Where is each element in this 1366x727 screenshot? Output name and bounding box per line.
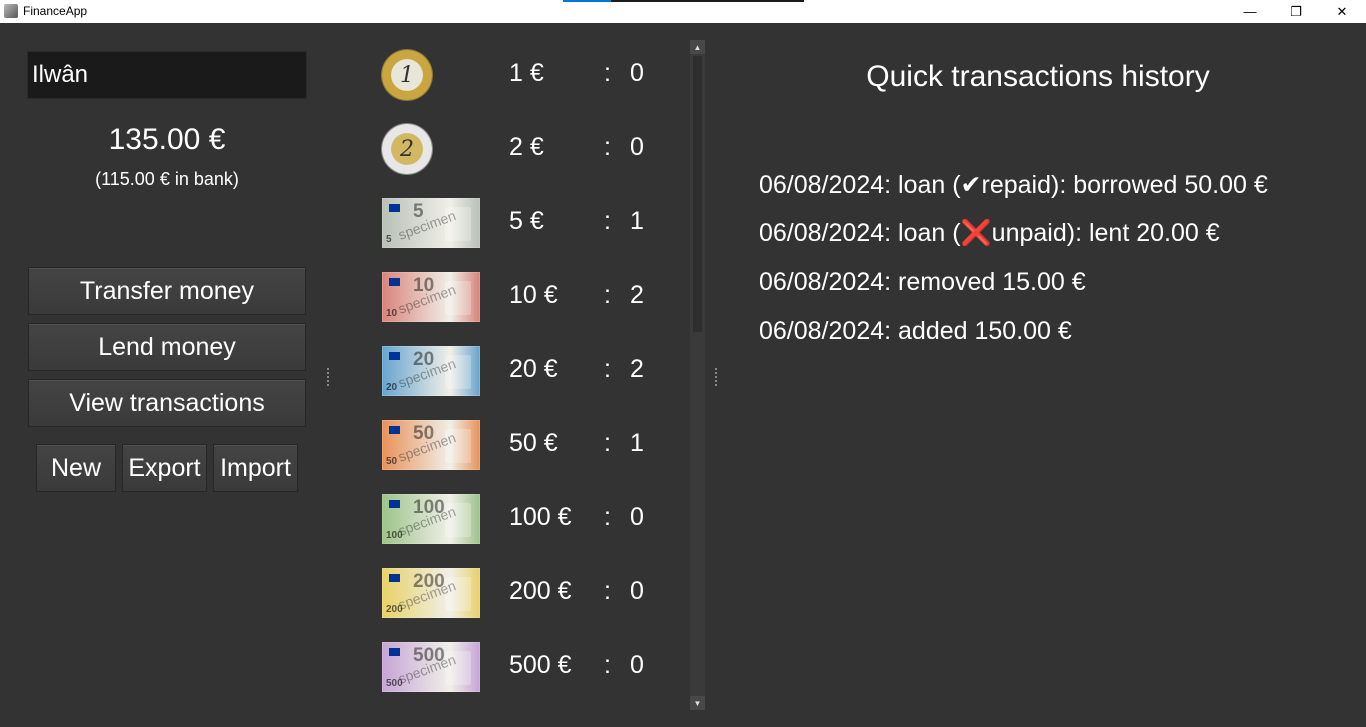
title-accent: [563, 0, 804, 2]
money-row: 1 1 €:0: [340, 45, 670, 105]
money-denomination-label: 200 €: [509, 577, 572, 605]
1-euro-coin-icon: 1: [382, 50, 432, 100]
money-row: specimen 500 500 500 €:0: [340, 637, 670, 697]
20-euro-note-icon: specimen 20 20: [382, 346, 480, 396]
money-count[interactable]: 2: [630, 281, 644, 310]
app-icon: [4, 4, 18, 18]
money-row: specimen 50 50 50 €:1: [340, 415, 670, 475]
window-title: FinanceApp: [23, 4, 88, 18]
money-separator: :: [604, 577, 611, 605]
50-euro-note-icon: specimen 50 50: [382, 420, 480, 470]
money-separator: :: [604, 651, 611, 679]
scroll-down-icon[interactable]: ▼: [690, 696, 705, 710]
new-button[interactable]: New: [36, 444, 116, 492]
money-count[interactable]: 1: [630, 429, 644, 458]
history-item: 06/08/2024: removed 15.00 €: [759, 268, 1086, 296]
transfer-money-button[interactable]: Transfer money: [28, 267, 306, 315]
200-euro-note-icon: specimen 200 200: [382, 568, 480, 618]
money-separator: :: [604, 355, 611, 383]
money-denomination-label: 500 €: [509, 651, 572, 679]
money-row: 2 2 €:0: [340, 119, 670, 179]
money-row: specimen 200 200 200 €:0: [340, 563, 670, 623]
money-panel: 11 €:0 2 2 €:0 specimen 5 5 5 €:1 specimen 10 10 1…: [340, 23, 690, 727]
minimize-button[interactable]: —: [1227, 0, 1273, 23]
money-denomination-label: 50 €: [509, 429, 558, 457]
scroll-thumb[interactable]: [693, 56, 702, 332]
history-item: 06/08/2024: loan (❌unpaid): lent 20.00 €: [759, 219, 1220, 247]
money-row: specimen 10 10 10 €:2: [340, 267, 670, 327]
money-separator: :: [604, 133, 611, 161]
history-item: 06/08/2024: loan (✔repaid): borrowed 50.…: [759, 171, 1268, 199]
view-transactions-button[interactable]: View transactions: [28, 379, 306, 427]
account-name-input[interactable]: [27, 51, 307, 99]
import-button[interactable]: Import: [213, 444, 298, 492]
splitter-handle-left[interactable]: [327, 368, 329, 386]
100-euro-note-icon: specimen 100 100: [382, 494, 480, 544]
money-count[interactable]: 2: [630, 355, 644, 384]
splitter-handle-right[interactable]: [715, 368, 717, 386]
500-euro-note-icon: specimen 500 500: [382, 642, 480, 692]
money-row: specimen 5 5 5 €:1: [340, 193, 670, 253]
2-euro-coin-icon: 2: [382, 124, 432, 174]
history-list: 06/08/2024: loan (✔repaid): borrowed 50.…: [759, 170, 1359, 366]
money-row: specimen 100 100 100 €:0: [340, 489, 670, 549]
10-euro-note-icon: specimen 10 10: [382, 272, 480, 322]
restore-button[interactable]: ❐: [1273, 0, 1319, 23]
5-euro-note-icon: specimen 5 5: [382, 198, 480, 248]
money-denomination-label: 20 €: [509, 355, 558, 383]
balance-bank: (115.00 € in bank): [95, 169, 239, 189]
history-item: 06/08/2024: added 150.00 €: [759, 317, 1072, 345]
money-count[interactable]: 0: [630, 503, 644, 532]
lend-money-button[interactable]: Lend money: [28, 323, 306, 371]
money-denomination-label: 100 €: [509, 503, 572, 531]
money-separator: :: [604, 59, 611, 87]
money-row: specimen 20 20 20 €:2: [340, 341, 670, 401]
money-denomination-label: 5 €: [509, 207, 544, 235]
money-separator: :: [604, 429, 611, 457]
scroll-up-icon[interactable]: ▲: [690, 40, 705, 54]
money-count[interactable]: 0: [630, 133, 644, 162]
money-separator: :: [604, 281, 611, 309]
close-button[interactable]: ✕: [1319, 0, 1365, 23]
history-title: Quick transactions history: [866, 60, 1210, 93]
money-count[interactable]: 0: [630, 577, 644, 606]
money-separator: :: [604, 207, 611, 235]
money-count[interactable]: 1: [630, 207, 644, 236]
title-bar: FinanceApp — ❐ ✕: [0, 0, 1366, 23]
account-panel: 135.00 € (115.00 € in bank) Transfer mon…: [0, 23, 330, 727]
money-denomination-label: 10 €: [509, 281, 558, 309]
money-count[interactable]: 0: [630, 59, 644, 88]
money-denomination-label: 1 €: [509, 59, 544, 87]
export-button[interactable]: Export: [122, 444, 207, 492]
balance-total: 135.00 €: [108, 123, 226, 156]
money-denomination-label: 2 €: [509, 133, 544, 161]
money-separator: :: [604, 503, 611, 531]
money-scrollbar[interactable]: ▲ ▼: [690, 40, 705, 710]
money-count[interactable]: 0: [630, 651, 644, 680]
